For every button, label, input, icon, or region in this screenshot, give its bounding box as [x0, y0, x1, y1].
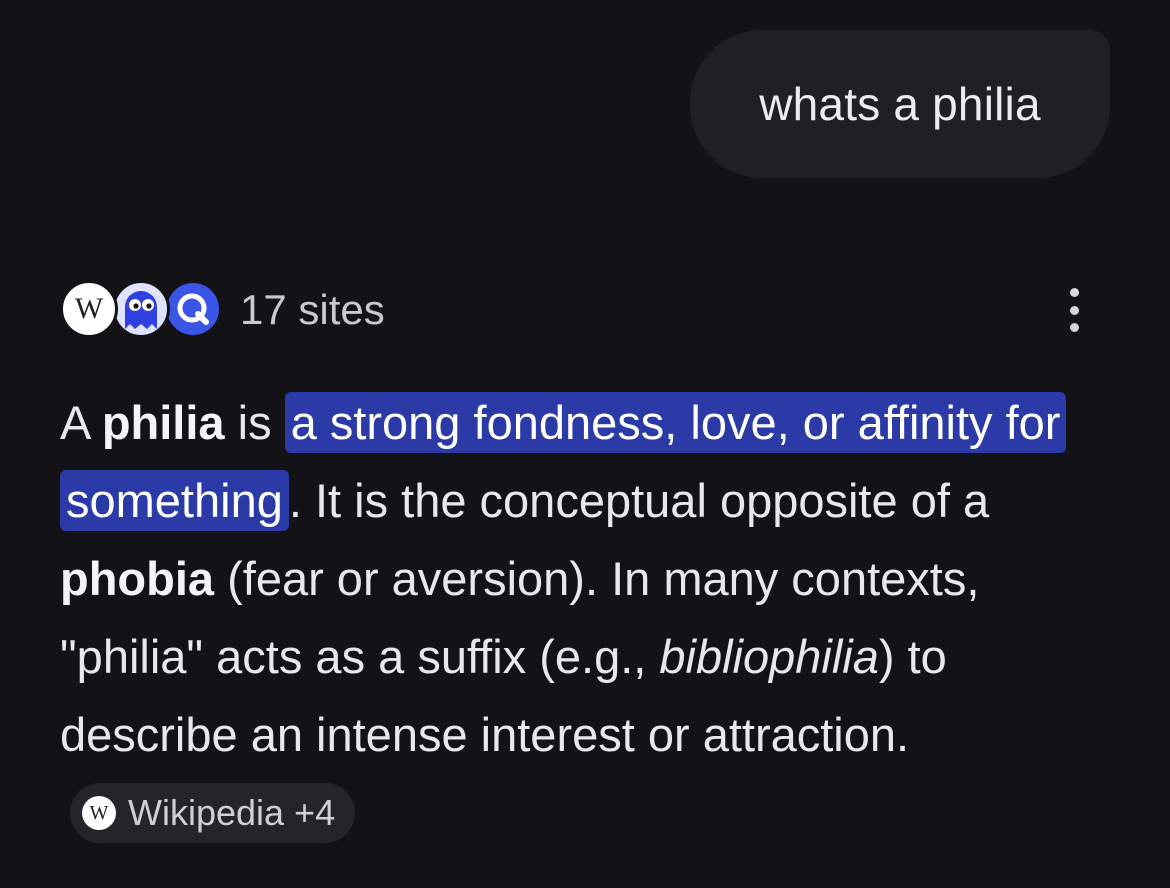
- answer-italic-term: bibliophilia: [659, 630, 879, 683]
- answer-bold-term: phobia: [60, 552, 215, 605]
- more-options-dot: [1069, 288, 1079, 297]
- wikipedia-icon: W: [82, 795, 116, 830]
- answer-text: A philia is a strong fondness, love, or …: [60, 384, 1120, 852]
- sites-count: 17 sites: [240, 286, 385, 333]
- ghost-icon-graphic: [125, 291, 157, 329]
- user-message-text: whats a philia: [759, 78, 1041, 130]
- wikipedia-icon: W: [60, 280, 118, 338]
- source-favicons[interactable]: W: [60, 278, 224, 342]
- more-options-dot: [1069, 323, 1079, 332]
- more-options-button[interactable]: [1060, 288, 1088, 332]
- answer-text-segment: . It is the conceptual opposite of a: [288, 474, 990, 527]
- ghost-icon: [112, 280, 170, 338]
- more-options-dot: [1069, 305, 1079, 315]
- search-q-icon: [164, 280, 222, 338]
- search-q-icon-graphic: [177, 293, 209, 325]
- citation-chip[interactable]: W Wikipedia +4: [70, 782, 356, 843]
- wikipedia-letter: W: [74, 292, 104, 325]
- user-message-bubble: whats a philia: [690, 30, 1110, 178]
- sources-row[interactable]: W 17 sites: [60, 278, 385, 342]
- wikipedia-letter: W: [89, 801, 109, 824]
- answer-bold-term: philia: [101, 396, 225, 449]
- answer-text-segment: is: [224, 396, 285, 449]
- citation-label: Wikipedia +4: [128, 791, 336, 833]
- answer-text-segment: A: [60, 396, 102, 449]
